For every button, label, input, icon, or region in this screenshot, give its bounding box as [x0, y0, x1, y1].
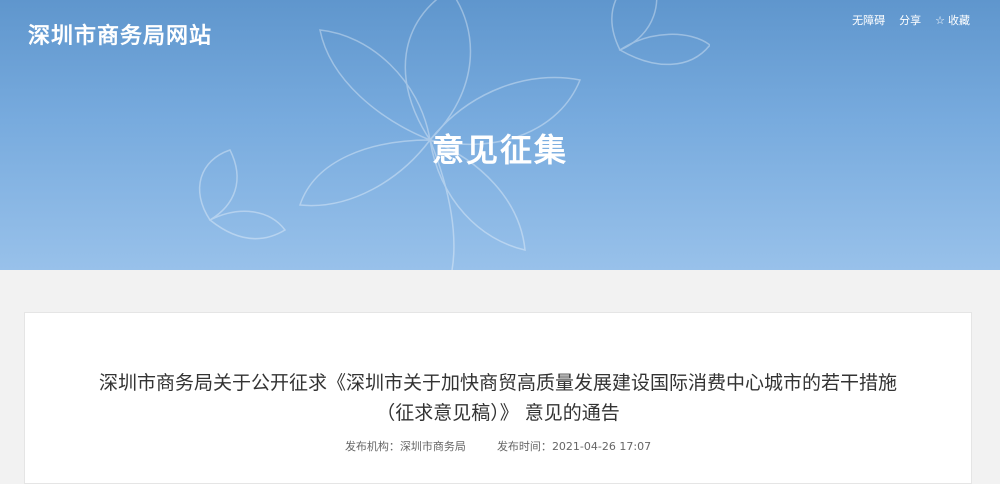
article-title: 深圳市商务局关于公开征求《深圳市关于加快商贸高质量发展建设国际消费中心城市的若干…: [98, 372, 897, 424]
share-link[interactable]: 分享: [899, 12, 921, 28]
article-meta: 发布机构：深圳市商务局 发布时间：2021-04-26 17:07: [25, 438, 971, 454]
top-links: 无障碍 分享 ☆ 收藏: [852, 12, 970, 28]
star-icon: ☆: [935, 14, 945, 27]
site-title[interactable]: 深圳市商务局网站: [28, 18, 212, 50]
publisher-value: 深圳市商务局: [399, 440, 466, 453]
banner-heading: 意见征集: [431, 131, 568, 169]
header-banner: 深圳市商务局网站 无障碍 分享 ☆ 收藏 意见征集: [0, 0, 1000, 270]
favorite-link[interactable]: ☆ 收藏: [935, 12, 970, 28]
article-card: 深圳市商务局关于公开征求《深圳市关于加快商贸高质量发展建设国际消费中心城市的若干…: [24, 312, 972, 484]
publisher-label: 发布机构：: [344, 440, 400, 453]
favorite-label: 收藏: [948, 14, 970, 27]
publish-time-label: 发布时间：: [496, 440, 552, 453]
publish-time-value: 2021-04-26 17:07: [551, 440, 652, 453]
accessibility-link[interactable]: 无障碍: [852, 12, 885, 28]
